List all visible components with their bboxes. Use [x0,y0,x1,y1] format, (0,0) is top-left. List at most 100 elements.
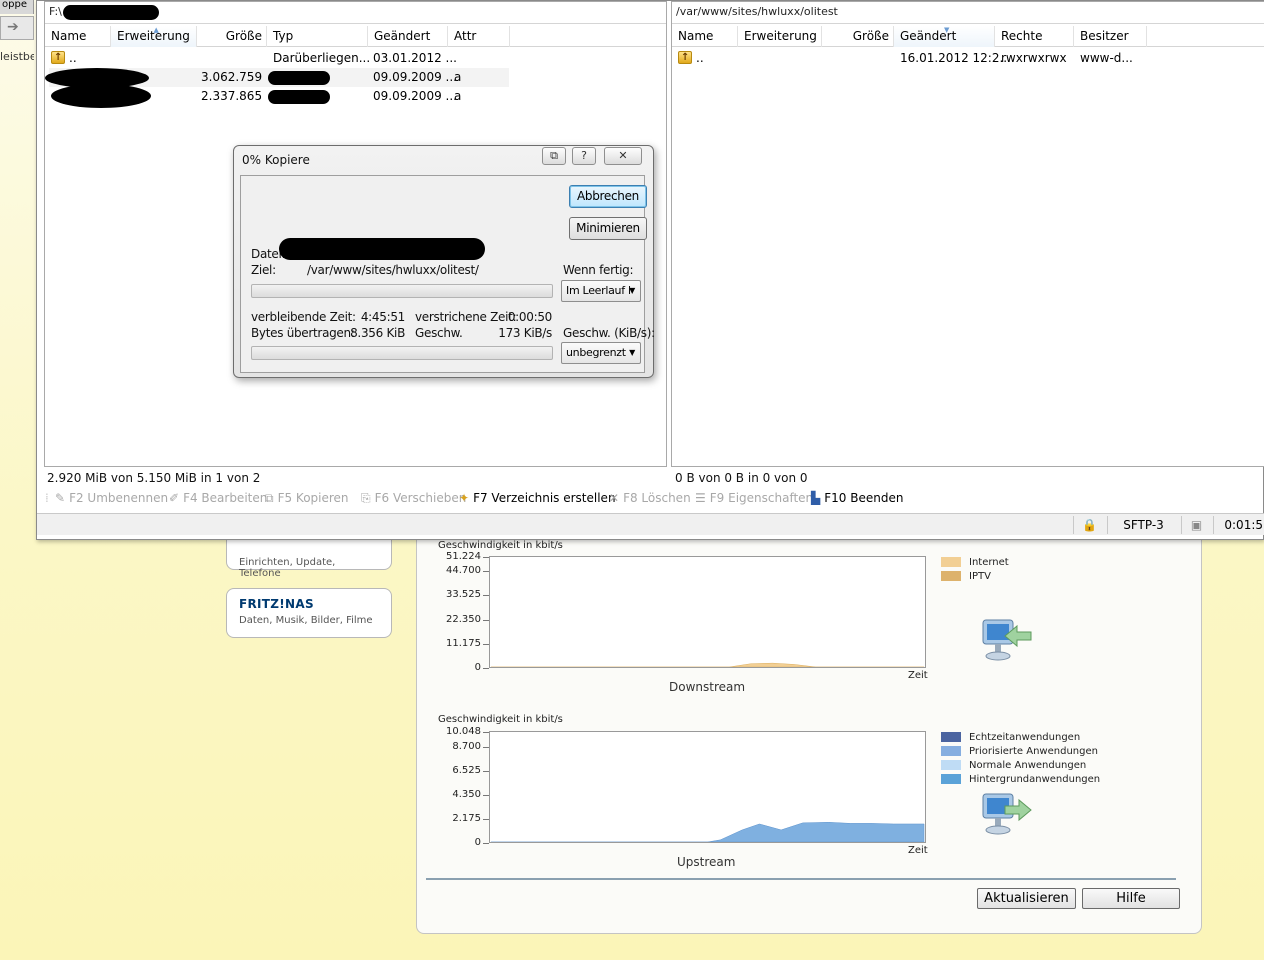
pencil-icon: ✎ [55,491,66,505]
help-button[interactable]: Hilfe [1082,888,1180,909]
row-changed: 09.09.2009 ... [373,70,457,84]
y-tick-label: 22.350 [446,613,481,625]
assistants-subtitle: Einrichten, Update, Telefone [239,557,336,579]
fritznas-box[interactable]: FRITZ!NAS Daten, Musik, Bilder, Filme [226,588,392,638]
legend-swatch [941,774,961,784]
col-name[interactable]: Name [672,26,738,47]
table-row[interactable]: .. 16.01.2012 12:2... rwxrwxrwx www-d... [676,49,1156,68]
y-tick-mark [483,843,489,844]
edit-label: F4 Bearbeiten [183,491,268,505]
legend-swatch [941,557,961,567]
col-attr[interactable]: Attr [448,26,510,47]
row-attr: a [454,89,462,103]
upstream-chart [489,731,926,843]
dialog-body: Abbrechen Minimieren Datei: Ziel: /var/w… [240,175,655,373]
properties-button[interactable]: ☰ F9 Eigenschaften [695,491,813,505]
col-size[interactable]: Größe [822,26,894,47]
browser-side-label: leistbe [0,50,34,63]
move-button[interactable]: ⎘ F6 Verschieben [361,491,466,506]
col-owner[interactable]: Besitzer [1074,26,1147,47]
cancel-button[interactable]: Abbrechen [569,185,647,208]
refresh-button[interactable]: Aktualisieren [977,888,1076,909]
redaction-mark [268,71,330,85]
legend-label: Echtzeitanwendungen [969,732,1081,743]
copy-button[interactable]: ⧉ F5 Kopieren [265,491,349,506]
row-changed: 09.09.2009 ... [373,89,457,103]
sort-desc-icon: ▼ [944,26,950,34]
fritznas-subtitle: Daten, Musik, Bilder, Filme [239,615,373,626]
col-changed[interactable]: Geändert [368,26,448,47]
col-extension[interactable]: Erweiterung [738,26,822,47]
y-tick-label: 44.700 [446,565,481,577]
when-done-select[interactable]: Im Leerlauf l ▼ [561,280,641,302]
copy-label: F5 Kopieren [277,491,349,505]
col-changed[interactable]: Geändert ▼ [894,26,995,47]
rename-button[interactable]: ✎ F2 Umbenennen [55,491,168,505]
right-path-bar[interactable]: /var/www/sites/hwluxx/olitest [672,2,1264,24]
left-column-header: Name Erweiterung ▲ Größe Typ Geändert Att… [45,26,666,47]
target-label: Ziel: [251,263,276,277]
protocol-label: SFTP-3 [1107,516,1179,534]
total-progress-bar [251,346,553,360]
col-size[interactable]: Größe [197,26,267,47]
target-value: /var/www/sites/hwluxx/olitest/ [307,263,479,277]
browser-tab[interactable]: oppe [0,0,34,14]
col-rights[interactable]: Rechte [995,26,1074,47]
lock-icon: 🔒 [1073,516,1105,534]
speed-limit-select[interactable]: unbegrenzt ▼ [561,342,641,364]
y-tick-label: 10.048 [446,726,481,737]
row-name: .. [69,51,77,65]
forward-arrow-icon[interactable]: ➔ [7,19,19,35]
delete-button[interactable]: ✕ F8 Löschen [609,491,691,505]
upstream-x-label: Zeit [908,845,928,856]
col-name[interactable]: Name [45,26,111,47]
row-rights: rwxrwxrwx [1001,51,1067,65]
create-directory-button[interactable]: ✦ F7 Verzeichnis erstellen [459,491,616,505]
y-tick-label: 4.350 [452,788,481,800]
new-folder-icon: ✦ [459,491,470,505]
toolbar-grip: ⁞ [45,491,49,505]
y-tick-mark [483,668,489,669]
help-icon[interactable]: ? [572,147,596,165]
col-extension[interactable]: Erweiterung ▲ [111,26,197,47]
series-area-hintergrundanwendungen [490,822,925,842]
chevron-down-icon: ▼ [629,348,635,357]
col-type[interactable]: Typ [267,26,368,47]
y-tick-label: 6.525 [452,764,481,776]
legend-iptv: IPTV [941,571,991,583]
edit-button[interactable]: ✐ F4 Bearbeiten [169,491,267,505]
legend-label: Internet [969,557,1009,568]
quit-icon: ▙ [811,491,821,505]
copy-icon: ⧉ [265,491,274,505]
row-type: Darüberliegen... [273,51,371,65]
legend-swatch [941,746,961,756]
delete-icon: ✕ [609,491,620,505]
y-tick-label: 2.175 [452,812,481,824]
right-file-pane[interactable]: /var/www/sites/hwluxx/olitest Name Erwei… [671,1,1264,467]
row-size: 2.337.865... [201,89,263,103]
computer-download-icon [982,619,1032,661]
speed-label: Geschw. [415,326,463,340]
background-transfer-icon[interactable]: ⧉ [542,147,566,165]
row-owner: www-d... [1080,51,1133,65]
bytes-label: Bytes übertragen: [251,326,355,340]
row-attr: a [454,70,462,84]
table-row[interactable]: .. Darüberliegen... 03.01.2012 ... [49,49,509,68]
quit-button[interactable]: ▙ F10 Beenden [811,491,903,505]
speed-limit-label: Geschw. (KiB/s): [563,326,655,340]
legend-label: Hintergrundanwendungen [969,774,1101,785]
elapsed-value: 0:00:50 [507,310,552,324]
chevron-down-icon: ▼ [629,286,635,295]
legend-swatch [941,760,961,770]
legend-normal: Normale Anwendungen [941,760,1086,772]
downstream-x-label: Zeit [908,670,928,681]
minimize-button[interactable]: Minimieren [569,217,647,240]
parent-folder-icon [678,49,692,68]
bytes-value: 8.356 KiB [350,326,405,340]
close-icon[interactable]: ✕ [604,147,642,165]
when-done-label: Wenn fertig: [563,263,634,277]
move-label: F6 Verschieben [374,491,467,505]
y-tick-label: 0 [474,837,481,848]
fritznas-title: FRITZ!NAS [239,597,314,611]
downstream-chart [489,556,926,668]
